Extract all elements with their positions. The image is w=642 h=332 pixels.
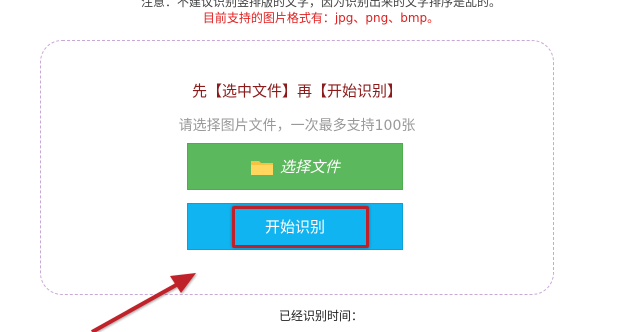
upload-instruction: 先【选中文件】再【开始识别】 — [191, 82, 402, 100]
annotation-highlight-box — [232, 206, 369, 248]
supported-formats: 目前支持的图片格式有：jpg、png、bmp。 — [202, 11, 440, 25]
upload-hint: 请选择图片文件，一次最多支持100张 — [178, 118, 416, 134]
select-file-button[interactable]: 选择文件 — [187, 143, 403, 190]
elapsed-time-label: 已经识别时间： — [278, 309, 363, 323]
select-file-label: 选择文件 — [279, 158, 340, 176]
folder-icon — [250, 158, 274, 176]
